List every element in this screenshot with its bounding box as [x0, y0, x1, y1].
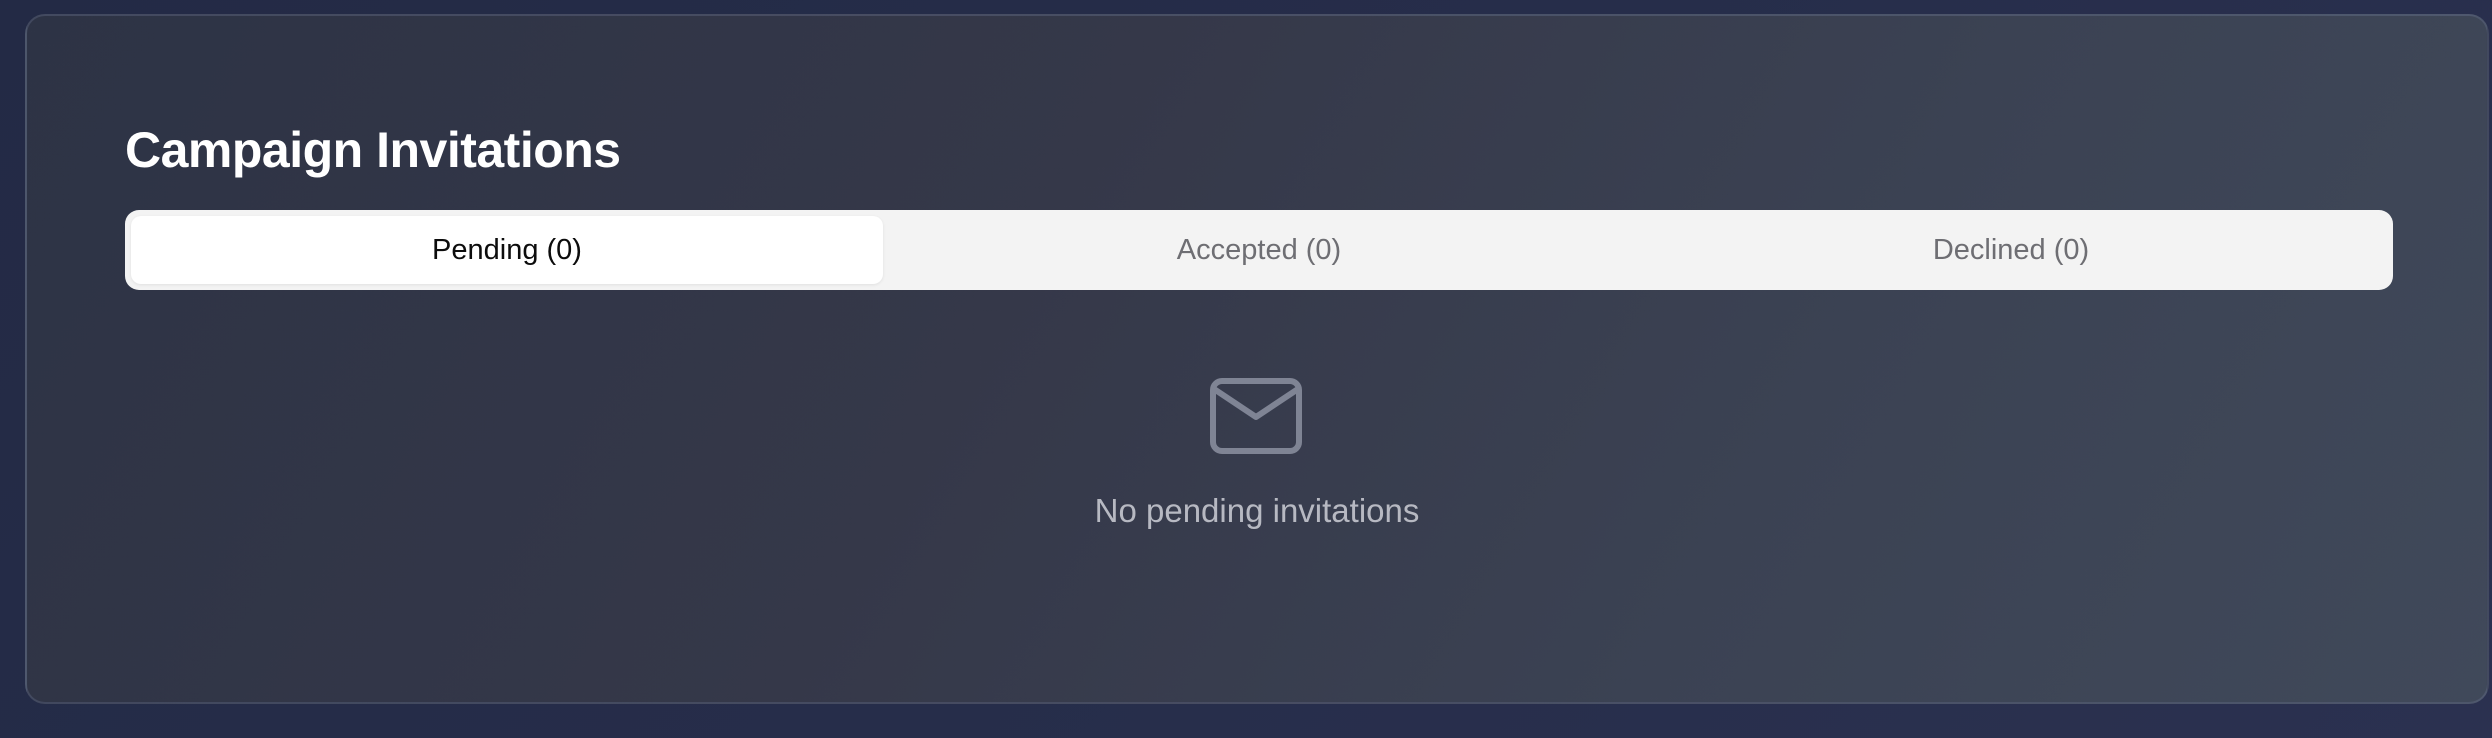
invitation-tabs: Pending (0) Accepted (0) Declined (0) [125, 210, 2393, 290]
tab-pending[interactable]: Pending (0) [131, 216, 883, 284]
tab-declined[interactable]: Declined (0) [1635, 216, 2387, 284]
campaign-invitations-card: Campaign Invitations Pending (0) Accepte… [25, 14, 2489, 704]
mail-icon [1210, 378, 1302, 454]
empty-state: No pending invitations [27, 378, 2487, 530]
tab-accepted[interactable]: Accepted (0) [883, 216, 1635, 284]
card-title: Campaign Invitations [125, 122, 621, 178]
empty-state-message: No pending invitations [1094, 492, 1420, 529]
